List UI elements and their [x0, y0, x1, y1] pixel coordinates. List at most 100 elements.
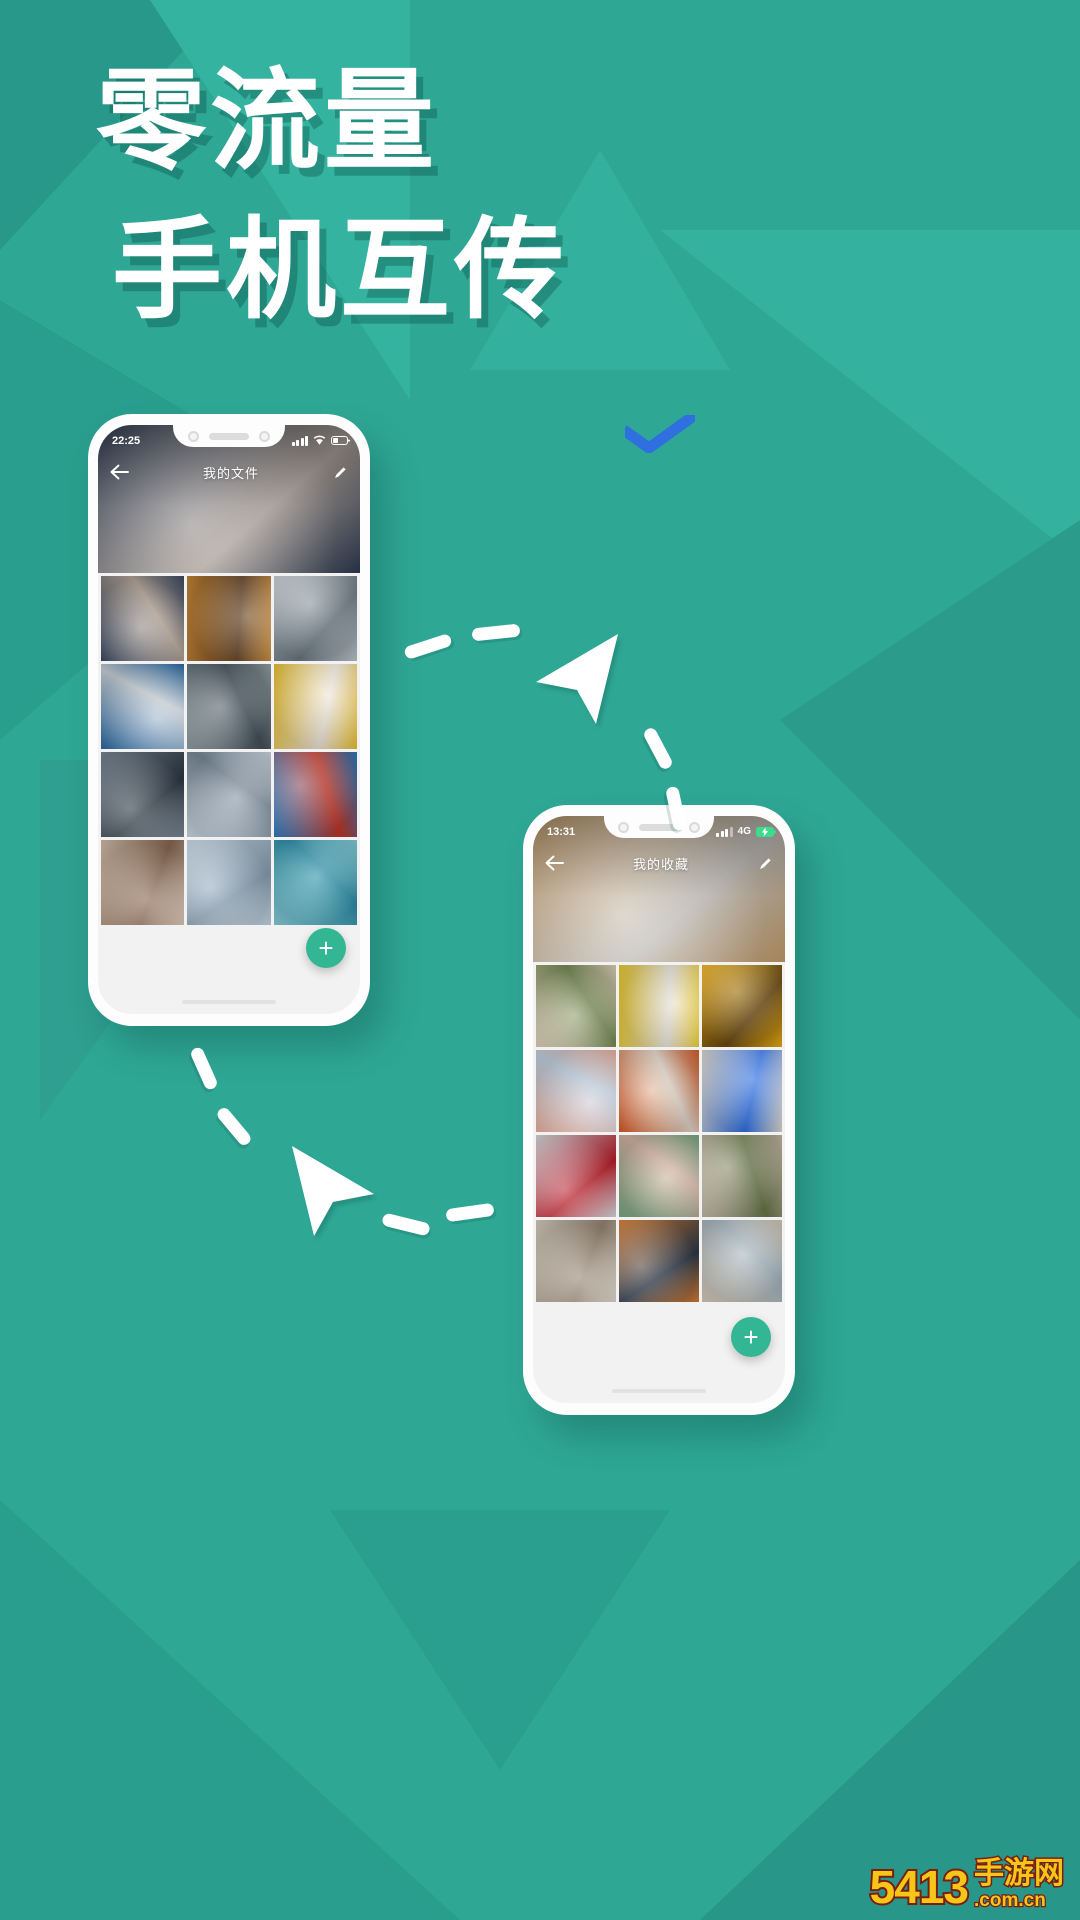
- add-fab-left[interactable]: +: [306, 928, 346, 968]
- photo-cell[interactable]: [619, 1135, 699, 1217]
- network-label: 4G: [737, 826, 751, 837]
- photo-cell[interactable]: [273, 664, 357, 749]
- photo-cell[interactable]: [619, 1050, 699, 1132]
- phone-screen-left: 22:25 我的文件 +: [98, 425, 360, 1014]
- camera-dot-icon: [188, 430, 199, 442]
- battery-charging-icon: [756, 826, 774, 837]
- photo-cell[interactable]: [702, 1135, 782, 1217]
- photo-thumbnail: [536, 1220, 616, 1302]
- photo-shading: [702, 1220, 782, 1302]
- photo-shading: [619, 965, 699, 1047]
- photo-cell[interactable]: [702, 965, 782, 1047]
- check-mark-icon: [625, 415, 695, 453]
- photo-grid-right: [533, 965, 785, 1302]
- wifi-icon: [313, 435, 326, 445]
- photo-thumbnail: [702, 1220, 782, 1302]
- headline-line-1: 零流量: [96, 60, 438, 183]
- photo-cell[interactable]: [187, 576, 271, 661]
- photo-cell[interactable]: [619, 1220, 699, 1302]
- photo-shading: [619, 1050, 699, 1132]
- photo-shading: [187, 752, 271, 837]
- photo-thumbnail: [273, 840, 357, 925]
- photo-shading: [101, 664, 185, 749]
- app-bar-title-left: 我的文件: [202, 465, 259, 481]
- photo-thumbnail: [187, 840, 271, 925]
- speaker-grille: [209, 432, 249, 440]
- photo-cell[interactable]: [273, 576, 357, 661]
- photo-thumbnail: [619, 1220, 699, 1302]
- home-indicator: [182, 1000, 276, 1004]
- phone-mockup-left: 22:25 我的文件 +: [88, 414, 370, 1026]
- photo-shading: [536, 1220, 616, 1302]
- camera-dot-icon: [259, 430, 270, 442]
- photo-thumbnail: [702, 965, 782, 1047]
- photo-thumbnail: [536, 965, 616, 1047]
- back-arrow-icon[interactable]: [110, 464, 129, 480]
- photo-thumbnail: [273, 576, 357, 661]
- bg-facet: [330, 1510, 670, 1770]
- photo-thumbnail: [619, 1135, 699, 1217]
- photo-thumbnail: [101, 664, 185, 749]
- photo-thumbnail: [273, 752, 357, 837]
- phone-mockup-right: 13:31 4G 我的收藏 +: [523, 805, 795, 1415]
- photo-shading: [187, 576, 271, 661]
- signal-bars-icon: [716, 826, 733, 837]
- photo-cell[interactable]: [536, 965, 616, 1047]
- status-icons: 4G: [716, 826, 774, 837]
- photo-shading: [273, 664, 357, 749]
- photo-cell[interactable]: [101, 576, 185, 661]
- photo-shading: [702, 1135, 782, 1217]
- camera-dot-icon: [689, 821, 700, 833]
- photo-shading: [101, 840, 185, 925]
- fab-plus-icon: +: [743, 1322, 759, 1352]
- pencil-icon[interactable]: [333, 465, 348, 480]
- photo-shading: [536, 965, 616, 1047]
- photo-thumbnail: [702, 1135, 782, 1217]
- photo-thumbnail: [273, 664, 357, 749]
- photo-cell[interactable]: [101, 752, 185, 837]
- photo-cell[interactable]: [536, 1050, 616, 1132]
- photo-thumbnail: [101, 840, 185, 925]
- pencil-icon[interactable]: [758, 856, 773, 871]
- photo-thumbnail: [187, 576, 271, 661]
- photo-cell[interactable]: [187, 752, 271, 837]
- phone-screen-right: 13:31 4G 我的收藏 +: [533, 816, 785, 1403]
- app-bar-left: 我的文件: [98, 455, 360, 489]
- photo-thumbnail: [101, 576, 185, 661]
- poster-canvas: 零流量 手机互传 22:25 我的文件 + 13:31 4G 我的收藏 + 54…: [0, 0, 1080, 1920]
- photo-thumbnail: [702, 1050, 782, 1132]
- photo-thumbnail: [187, 752, 271, 837]
- photo-cell[interactable]: [273, 752, 357, 837]
- photo-cell[interactable]: [619, 965, 699, 1047]
- app-bar-title-right: 我的收藏: [632, 856, 689, 872]
- photo-cell[interactable]: [702, 1220, 782, 1302]
- photo-shading: [619, 1220, 699, 1302]
- photo-thumbnail: [619, 965, 699, 1047]
- notch: [173, 425, 285, 447]
- back-arrow-icon[interactable]: [545, 855, 564, 871]
- photo-cell[interactable]: [101, 840, 185, 925]
- notch: [604, 816, 714, 838]
- photo-cell[interactable]: [273, 840, 357, 925]
- photo-cell[interactable]: [536, 1220, 616, 1302]
- photo-shading: [273, 840, 357, 925]
- photo-cell[interactable]: [101, 664, 185, 749]
- photo-thumbnail: [536, 1050, 616, 1132]
- photo-shading: [187, 840, 271, 925]
- site-watermark: 5413 手游网 .com.cn: [868, 1857, 1066, 1913]
- watermark-site: 手游网: [973, 1857, 1066, 1890]
- photo-cell[interactable]: [536, 1135, 616, 1217]
- photo-shading: [101, 576, 185, 661]
- photo-cell[interactable]: [187, 840, 271, 925]
- photo-cell[interactable]: [187, 664, 271, 749]
- watermark-text: 手游网 .com.cn: [973, 1857, 1066, 1911]
- status-time: 13:31: [547, 825, 576, 838]
- arrow-cursor-icon: [292, 1146, 374, 1236]
- arrow-cursor-icon: [536, 634, 618, 724]
- photo-shading: [702, 1050, 782, 1132]
- watermark-number: 5413: [868, 1861, 971, 1913]
- add-fab-right[interactable]: +: [731, 1317, 771, 1357]
- photo-shading: [187, 664, 271, 749]
- signal-bars-icon: [291, 435, 308, 446]
- photo-cell[interactable]: [702, 1050, 782, 1132]
